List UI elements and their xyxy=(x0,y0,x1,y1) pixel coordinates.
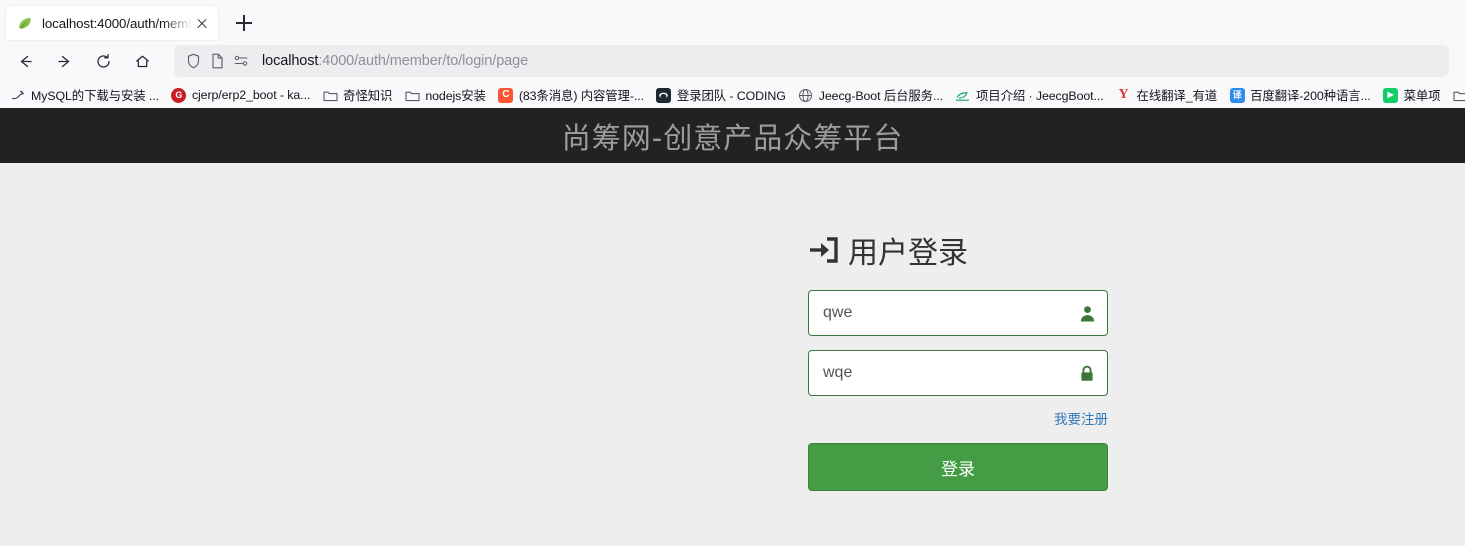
csdn-icon: C xyxy=(498,87,514,103)
bookmark-item-overflow[interactable] xyxy=(1446,84,1465,106)
folder-icon xyxy=(404,87,420,103)
bookmark-item[interactable]: 登录团队 - CODING xyxy=(650,84,792,106)
url-path: :4000/auth/member/to/login/page xyxy=(318,53,529,69)
username-input[interactable] xyxy=(808,290,1108,336)
username-field-wrap xyxy=(808,290,1108,336)
login-form: 用户登录 qwe wqe 我要注册 登录 xyxy=(808,228,1108,491)
tab-strip: localhost:4000/auth/member xyxy=(0,0,1465,40)
jeecg-leaf-icon xyxy=(955,87,971,103)
login-submit-button[interactable]: 登录 xyxy=(808,443,1108,491)
bookmark-item[interactable]: 译 百度翻译-200种语言... xyxy=(1223,84,1376,106)
baidu-translate-icon: 译 xyxy=(1229,87,1245,103)
url-host: localhost xyxy=(262,53,319,69)
bookmark-item[interactable]: C (83条消息) 内容管理-... xyxy=(492,84,650,106)
folder-icon xyxy=(322,87,338,103)
close-icon[interactable] xyxy=(194,15,210,31)
permissions-icon[interactable] xyxy=(230,51,252,71)
login-heading-text: 用户登录 xyxy=(848,236,968,271)
back-arrow-icon[interactable] xyxy=(8,45,42,77)
bookmark-item[interactable]: MySQL的下载与安装 ... xyxy=(4,84,165,106)
shield-icon[interactable] xyxy=(182,51,204,71)
navigation-toolbar: localhost:4000/auth/member/to/login/page xyxy=(0,40,1465,82)
bookmark-label: cjerp/erp2_boot - ka... xyxy=(191,88,311,102)
sign-in-icon xyxy=(808,235,840,265)
bookmark-item[interactable]: Y 在线翻译_有道 xyxy=(1110,84,1224,106)
page-viewport: 尚筹网-创意产品众筹平台 用户登录 qwe wqe 我要注册 登录 xyxy=(0,108,1465,546)
bookmark-item[interactable]: Jeecg-Boot 后台服务... xyxy=(792,84,949,106)
register-link[interactable]: 我要注册 xyxy=(1054,412,1108,427)
site-header: 尚筹网-创意产品众筹平台 xyxy=(0,108,1465,163)
browser-tab-active[interactable]: localhost:4000/auth/member xyxy=(6,6,218,40)
bookmark-item[interactable]: G cjerp/erp2_boot - ka... xyxy=(165,84,316,106)
browser-window: localhost:4000/auth/member localhost:400… xyxy=(0,0,1465,546)
bookmark-label: 项目介绍 · JeecgBoot... xyxy=(975,89,1104,103)
bookmark-item[interactable]: 项目介绍 · JeecgBoot... xyxy=(949,84,1110,106)
bookmark-label: nodejs安装 xyxy=(425,89,486,103)
password-field-wrap xyxy=(808,350,1108,396)
play-icon: ▶ xyxy=(1383,87,1399,103)
bookmark-label: MySQL的下载与安装 ... xyxy=(31,89,159,103)
url-text: localhost:4000/auth/member/to/login/page xyxy=(262,53,528,69)
bookmark-item[interactable]: 奇怪知识 xyxy=(316,84,398,106)
gitee-icon: G xyxy=(171,87,187,103)
password-input[interactable] xyxy=(808,350,1108,396)
page-icon[interactable] xyxy=(206,51,228,71)
youdao-icon: Y xyxy=(1118,87,1129,102)
globe-icon xyxy=(798,87,814,103)
coding-icon xyxy=(656,87,672,103)
folder-icon xyxy=(1452,87,1465,103)
forward-arrow-icon[interactable] xyxy=(47,45,81,77)
bookmarks-bar: MySQL的下载与安装 ... G cjerp/erp2_boot - ka..… xyxy=(0,82,1465,108)
spring-leaf-icon xyxy=(16,15,33,32)
bookmark-item[interactable]: nodejs安装 xyxy=(398,84,492,106)
bookmark-label: (83条消息) 内容管理-... xyxy=(518,89,644,103)
mysql-dolphin-icon xyxy=(10,87,26,103)
url-bar[interactable]: localhost:4000/auth/member/to/login/page xyxy=(174,45,1449,77)
home-icon[interactable] xyxy=(125,45,159,77)
bookmark-label: 登录团队 - CODING xyxy=(676,89,786,103)
new-tab-button[interactable] xyxy=(228,8,260,38)
tab-title: localhost:4000/auth/member xyxy=(42,15,192,31)
login-heading: 用户登录 xyxy=(808,228,1108,272)
bookmark-label: 在线翻译_有道 xyxy=(1136,89,1218,103)
bookmark-item[interactable]: ▶ 菜单项 xyxy=(1377,84,1447,106)
site-title: 尚筹网-创意产品众筹平台 xyxy=(561,120,904,155)
reload-icon[interactable] xyxy=(86,45,120,77)
register-row: 我要注册 xyxy=(808,408,1108,429)
bookmark-label: 菜单项 xyxy=(1403,89,1441,103)
bookmark-label: Jeecg-Boot 后台服务... xyxy=(818,89,943,103)
bookmark-label: 奇怪知识 xyxy=(343,89,393,103)
bookmark-label: 百度翻译-200种语言... xyxy=(1250,89,1371,103)
